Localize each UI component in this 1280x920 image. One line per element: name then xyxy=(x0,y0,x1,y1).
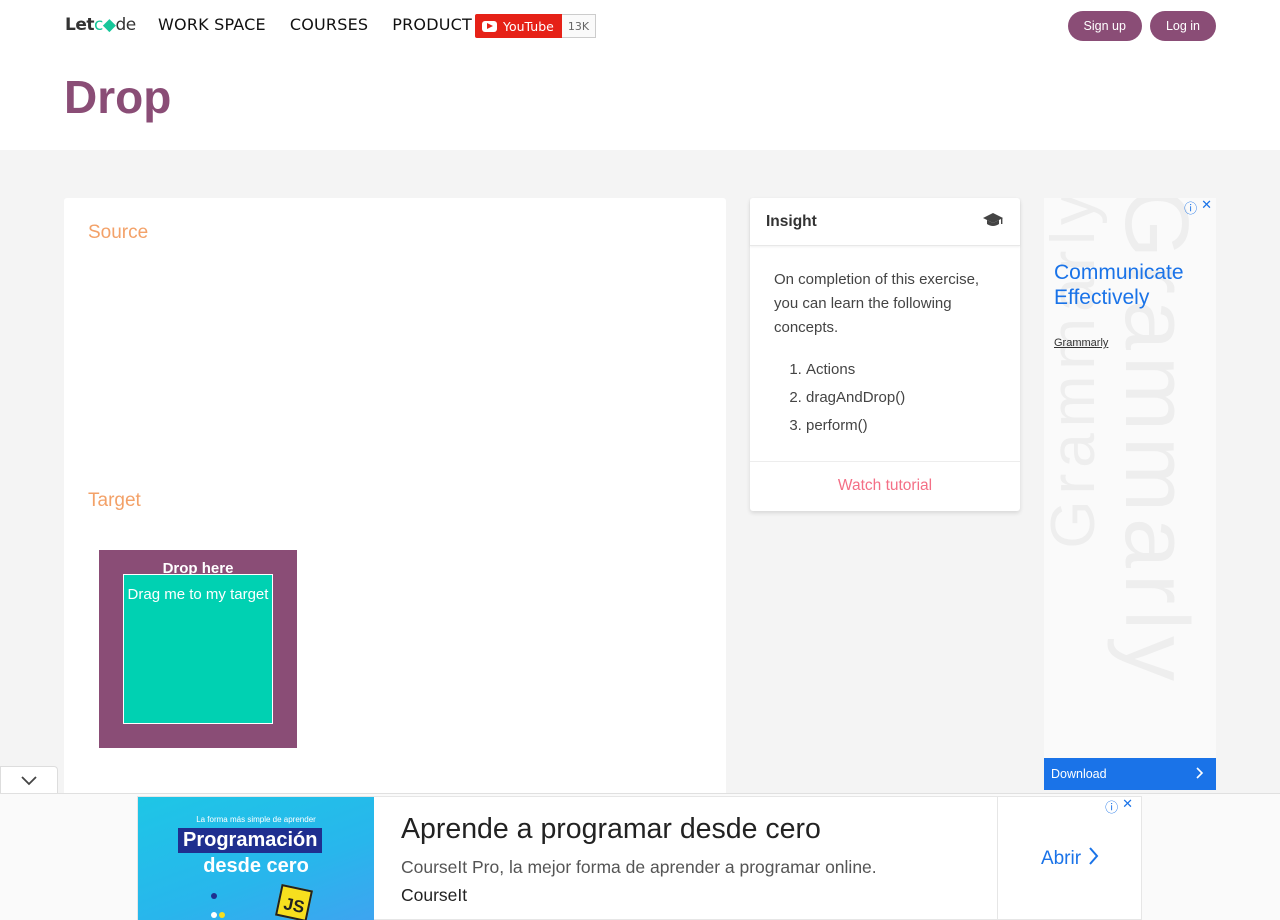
login-button[interactable]: Log in xyxy=(1149,11,1216,41)
droppable-target[interactable]: Drop here Drag me to my target xyxy=(99,550,297,748)
ad-decoration-dots xyxy=(210,885,226,920)
ad-collapse-toggle[interactable] xyxy=(0,766,58,794)
signup-button[interactable]: Sign up xyxy=(1067,11,1142,41)
youtube-play-icon xyxy=(482,20,497,32)
ad-close-icon[interactable]: ✕ xyxy=(1201,198,1212,217)
concept-list: Actions dragAndDrop() perform() xyxy=(774,356,996,440)
youtube-button[interactable]: YouTube xyxy=(475,14,562,38)
ad-info-icon[interactable]: ⓘ xyxy=(1105,797,1118,816)
ad-controls: ⓘ ✕ xyxy=(1184,198,1212,217)
ad-watermark-secondary: Grammarly xyxy=(1044,198,1108,549)
ad-image-line1: Programación xyxy=(178,828,323,853)
graduation-cap-icon xyxy=(982,212,1004,232)
bottom-ad-image[interactable]: La forma más simple de aprender Programa… xyxy=(138,797,374,920)
chevron-right-icon xyxy=(1089,847,1099,871)
target-label: Target xyxy=(88,490,141,511)
youtube-label: YouTube xyxy=(503,18,554,34)
site-logo[interactable]: Letc◆de xyxy=(65,15,136,35)
logo-text-part1: Let xyxy=(65,15,95,35)
side-ad-download-button[interactable]: Download xyxy=(1044,758,1216,790)
main-content: Source Target Drop here Drag me to my ta… xyxy=(0,150,1280,800)
chevron-right-icon xyxy=(1196,766,1204,782)
side-ad-brand[interactable]: Grammarly xyxy=(1054,337,1108,349)
page-title: Drop xyxy=(64,71,172,123)
ad-image-line2: desde cero xyxy=(203,855,309,877)
ad-close-icon[interactable]: ✕ xyxy=(1122,797,1133,816)
open-label: Abrir xyxy=(1040,848,1082,869)
download-label: Download xyxy=(1051,767,1107,781)
bottom-advertisement[interactable]: La forma más simple de aprender Programa… xyxy=(137,796,1142,920)
ad-image-tagline: La forma más simple de aprender xyxy=(196,815,316,824)
ad-info-icon[interactable]: ⓘ xyxy=(1184,198,1197,217)
bottom-ad-controls: ⓘ ✕ xyxy=(1105,797,1133,816)
main-nav: WORK SPACE COURSES PRODUCT xyxy=(158,15,472,34)
practice-card: Source Target Drop here Drag me to my ta… xyxy=(64,198,726,798)
js-logo-icon: JS xyxy=(275,884,313,920)
bottom-ad-brand[interactable]: CourseIt xyxy=(401,885,467,906)
concept-item: dragAndDrop() xyxy=(806,384,996,412)
logo-diamond-icon: ◆ xyxy=(102,15,116,35)
youtube-subscriber-count: 13K xyxy=(561,14,597,38)
insight-card: Insight On completion of this exercise, … xyxy=(750,198,1020,511)
bottom-ad-headline[interactable]: Aprende a programar desde cero xyxy=(401,813,821,846)
bottom-ad-description: CourseIt Pro, la mejor forma de aprender… xyxy=(401,857,877,877)
site-header: Letc◆de WORK SPACE COURSES PRODUCT YouTu… xyxy=(0,0,1280,150)
draggable-source[interactable]: Drag me to my target xyxy=(123,574,273,724)
chevron-down-icon xyxy=(21,771,37,790)
side-advertisement[interactable]: Grammarly Grammarly ⓘ ✕ Communicate Effe… xyxy=(1044,198,1216,790)
logo-text-part2: c xyxy=(94,15,103,35)
logo-text-part3: de xyxy=(115,15,136,35)
insight-title: Insight xyxy=(766,212,817,230)
concept-item: Actions xyxy=(806,356,996,384)
side-ad-headline[interactable]: Communicate Effectively xyxy=(1054,260,1216,310)
watch-tutorial-link[interactable]: Watch tutorial xyxy=(750,461,1020,510)
youtube-subscribe-widget[interactable]: YouTube 13K xyxy=(475,14,597,38)
nav-product[interactable]: PRODUCT xyxy=(392,15,472,34)
nav-courses[interactable]: COURSES xyxy=(290,15,368,34)
source-label: Source xyxy=(88,222,149,243)
concept-item: perform() xyxy=(806,412,996,440)
insight-header: Insight xyxy=(750,198,1020,246)
auth-buttons: Sign up Log in xyxy=(1067,11,1216,41)
insight-intro: On completion of this exercise, you can … xyxy=(774,271,980,336)
insight-body: On completion of this exercise, you can … xyxy=(750,246,1020,461)
nav-workspace[interactable]: WORK SPACE xyxy=(158,15,266,34)
